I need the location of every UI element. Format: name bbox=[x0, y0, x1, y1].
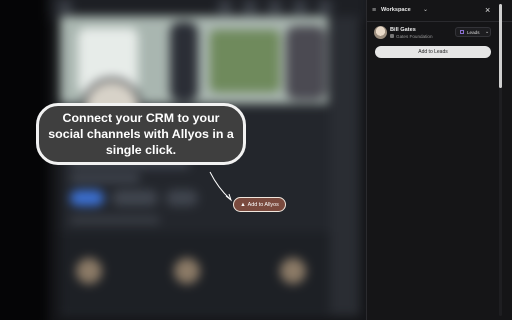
list-selector-dropdown[interactable]: Leads ⌄ bbox=[455, 27, 491, 37]
add-to-leads-label: Add to Leads bbox=[418, 49, 448, 55]
chevron-down-icon: ⌄ bbox=[485, 28, 490, 35]
background-avatar bbox=[76, 258, 102, 284]
background-right-column bbox=[330, 16, 360, 316]
background-more-pill bbox=[166, 190, 198, 206]
list-grid-icon bbox=[460, 30, 464, 34]
add-to-leads-button[interactable]: Add to Leads bbox=[375, 46, 491, 58]
background-avatar bbox=[174, 258, 200, 284]
chevron-down-icon[interactable]: ⌄ bbox=[423, 6, 428, 13]
add-to-allyos-label: Add to Allyos bbox=[247, 201, 279, 208]
background-follow-pill bbox=[70, 190, 104, 206]
allyos-logo-icon: ▲ bbox=[240, 201, 246, 208]
list-selector-label: Leads bbox=[467, 29, 480, 35]
callout-text: Connect your CRM to your social channels… bbox=[48, 111, 234, 157]
background-avatar bbox=[280, 258, 306, 284]
contact-name: Bill Gates bbox=[390, 27, 416, 33]
close-icon[interactable]: × bbox=[485, 5, 490, 15]
nav-icon bbox=[58, 0, 72, 14]
panel-header: ≡ Workspace ⌄ × bbox=[367, 0, 512, 22]
nav-icon bbox=[293, 0, 307, 14]
nav-icon bbox=[243, 0, 257, 14]
nav-icon bbox=[318, 0, 332, 14]
background-text-line bbox=[70, 216, 160, 224]
nav-icon bbox=[268, 0, 282, 14]
nav-icon bbox=[218, 0, 232, 14]
workspace-label[interactable]: Workspace bbox=[381, 7, 411, 13]
scrollbar-thumb[interactable] bbox=[499, 4, 502, 88]
company-icon bbox=[390, 34, 394, 38]
contact-avatar bbox=[374, 26, 387, 39]
contact-company: Gates Foundation bbox=[396, 34, 433, 39]
background-left-bar bbox=[0, 0, 48, 320]
add-to-allyos-button[interactable]: ▲ Add to Allyos bbox=[233, 197, 286, 212]
allyos-side-panel: ≡ Workspace ⌄ × Bill Gates Gates Foundat… bbox=[366, 0, 512, 320]
workspace-icon: ≡ bbox=[372, 7, 377, 14]
promo-callout: Connect your CRM to your social channels… bbox=[36, 103, 246, 165]
background-text-line bbox=[70, 174, 140, 182]
background-message-pill bbox=[112, 190, 158, 206]
